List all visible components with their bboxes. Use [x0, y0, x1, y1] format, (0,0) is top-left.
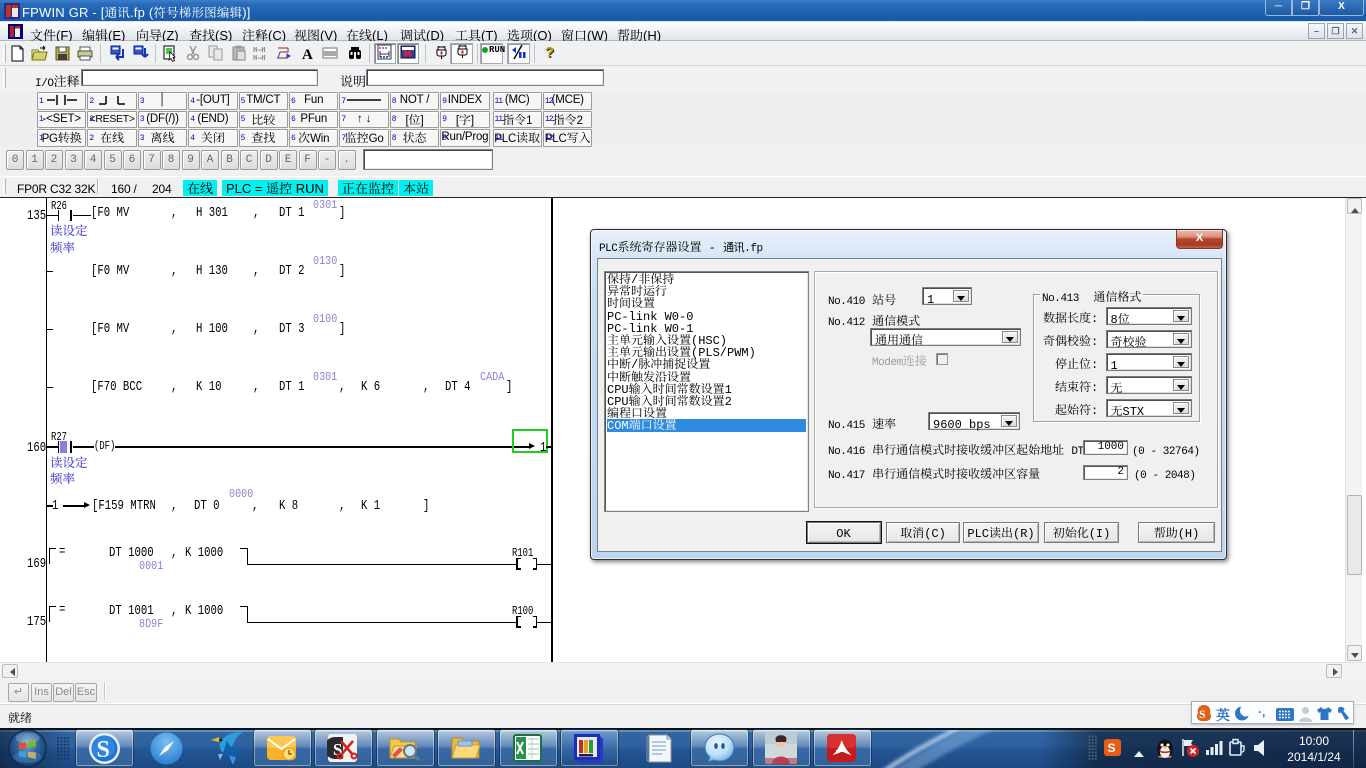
svg-text:S: S — [1108, 741, 1116, 755]
svg-text:S: S — [97, 737, 110, 763]
svg-text:H—H: H—H — [253, 46, 266, 54]
svg-text:H—H: H—H — [253, 54, 266, 62]
svg-text:S: S — [1199, 707, 1206, 721]
svg-text:A: A — [302, 47, 313, 62]
